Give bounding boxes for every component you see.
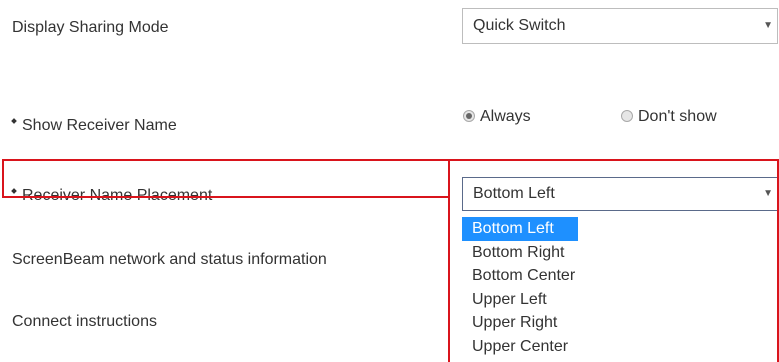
- display-sharing-mode-select[interactable]: Quick Switch ▼: [462, 8, 778, 44]
- highlight-outline-bottom-left: [2, 196, 450, 198]
- display-sharing-mode-value: Quick Switch: [473, 17, 566, 34]
- caret-down-icon: ▼: [763, 20, 773, 31]
- radio-dont-show-label: Don't show: [638, 108, 717, 125]
- show-receiver-name-label: Show Receiver Name: [11, 117, 177, 135]
- bullet-icon: [11, 118, 17, 124]
- radio-always[interactable]: Always: [463, 108, 531, 126]
- radio-always-label: Always: [480, 108, 531, 125]
- highlight-outline-right: [448, 159, 779, 362]
- highlight-outline-drop: [448, 196, 450, 362]
- radio-checked-icon: [463, 110, 475, 122]
- display-sharing-mode-label: Display Sharing Mode: [12, 19, 169, 36]
- network-info-label: ScreenBeam network and status informatio…: [12, 251, 327, 268]
- radio-unchecked-icon: [621, 110, 633, 122]
- radio-dont-show[interactable]: Don't show: [621, 108, 717, 126]
- connect-instructions-label: Connect instructions: [12, 313, 157, 330]
- highlight-outline-left: [2, 159, 450, 198]
